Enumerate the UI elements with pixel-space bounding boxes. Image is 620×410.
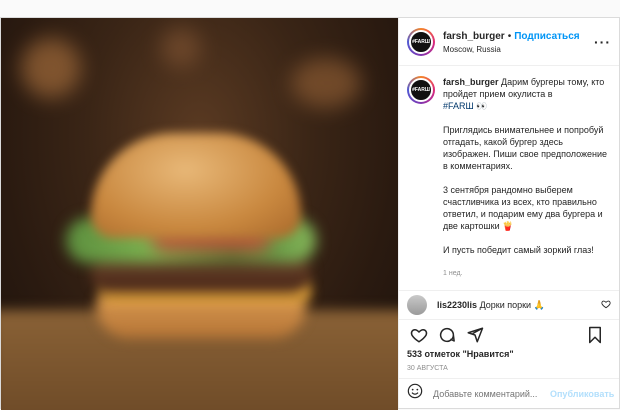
caption-time[interactable]: 1 нед.: [443, 268, 611, 280]
post-header: #FARШ farsh_burger • Подписаться Moscow, R…: [399, 18, 619, 66]
commenter-username[interactable]: lis2230lis: [437, 300, 477, 310]
comment-icon[interactable]: [435, 323, 459, 347]
comment-row: lis2230lis Дорки порки 🙏: [399, 291, 619, 319]
post-sidebar: #FARШ farsh_burger • Подписаться Moscow, R…: [398, 18, 619, 408]
avatar-logo: #FARШ: [409, 78, 433, 102]
follow-button[interactable]: Подписаться: [514, 31, 579, 42]
post-card: #FARШ farsh_burger • Подписаться Moscow, R…: [0, 17, 620, 410]
comment-like-heart-icon[interactable]: [601, 299, 611, 311]
comment-text: Дорки порки: [479, 299, 532, 310]
heart-icon[interactable]: [407, 323, 431, 347]
avatar[interactable]: #FARШ: [407, 27, 435, 56]
hashtag-link[interactable]: #FARШ: [443, 101, 474, 111]
eyes-emoji: 👀: [476, 101, 488, 111]
caption-paragraph-4: И пусть победит самый зоркий глаз!: [443, 245, 594, 255]
add-comment-bar: Опубликовать: [399, 378, 619, 408]
bookmark-icon[interactable]: [583, 323, 607, 347]
post-photo[interactable]: [1, 18, 398, 410]
caption-paragraph-3: 3 сентября рандомно выберем счастливчика…: [443, 185, 603, 231]
post-date[interactable]: 30 АВГУСТА: [399, 363, 619, 377]
more-options-icon[interactable]: ···: [594, 34, 611, 50]
comment-emoji: 🙏: [533, 299, 545, 310]
separator-dot: •: [507, 30, 512, 42]
publish-button[interactable]: Опубликовать: [550, 389, 614, 399]
share-icon[interactable]: [463, 323, 487, 347]
smiley-icon[interactable]: [407, 383, 423, 404]
location-link[interactable]: Moscow, Russia: [443, 43, 594, 56]
avatar-logo: #FARШ: [409, 29, 433, 54]
caption-avatar[interactable]: #FARШ: [407, 76, 435, 104]
caption-username[interactable]: farsh_burger: [443, 77, 499, 87]
caption: #FARШ farsh_burger Дарим бургеры тому, к…: [399, 66, 619, 291]
commenter-avatar[interactable]: [407, 295, 427, 315]
action-bar: [399, 319, 619, 349]
caption-paragraph-2: Приглядись внимательнее и попробуй отгад…: [443, 125, 608, 171]
comment-input[interactable]: [433, 388, 550, 399]
fries-emoji: 🍟: [502, 221, 514, 231]
likes-count[interactable]: 533 отметок "Нравится": [399, 349, 619, 363]
username-link[interactable]: farsh_burger: [443, 31, 505, 42]
